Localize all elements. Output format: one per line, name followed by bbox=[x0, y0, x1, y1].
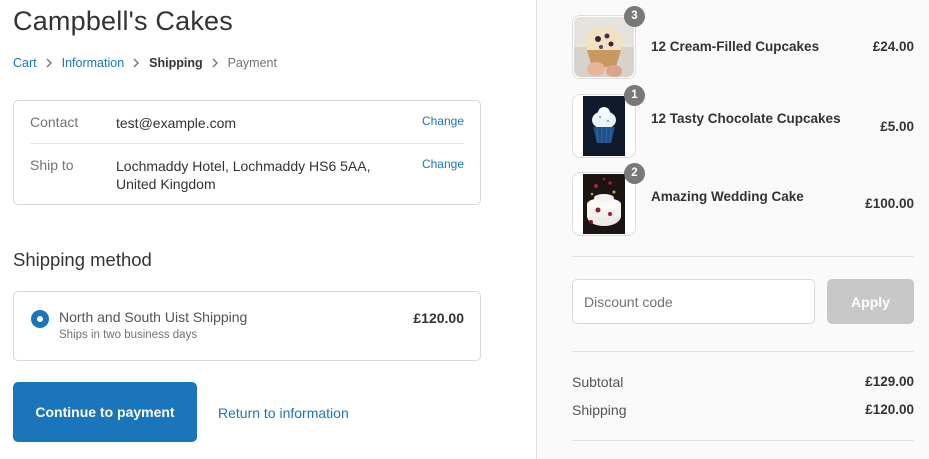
ship-to-value: Lochmaddy Hotel, Lochmaddy HS6 5AA, Unit… bbox=[116, 157, 404, 193]
breadcrumb: Cart Information Shipping Payment bbox=[13, 56, 277, 70]
subtotal-label: Subtotal bbox=[572, 374, 624, 390]
divider bbox=[30, 143, 464, 144]
shipping-option-price: £120.00 bbox=[413, 310, 464, 326]
radio-selected-icon[interactable] bbox=[31, 310, 49, 328]
subtotal-value: £129.00 bbox=[865, 374, 914, 389]
chevron-right-icon bbox=[203, 57, 228, 69]
contact-row: Contact test@example.com Change bbox=[30, 114, 464, 132]
chevron-right-icon bbox=[37, 57, 62, 69]
return-to-information-link[interactable]: Return to information bbox=[218, 405, 349, 421]
contact-label: Contact bbox=[30, 114, 79, 130]
shipping-method-title: Shipping method bbox=[13, 249, 152, 270]
breadcrumb-shipping: Shipping bbox=[149, 56, 203, 70]
shipping-option-name: North and South Uist Shipping bbox=[59, 309, 248, 325]
cart-item: 1 12 Tasty Chocolate Cupcakes £5.00 bbox=[572, 85, 914, 158]
contact-value: test@example.com bbox=[116, 115, 237, 131]
shipping-option-note: Ships in two business days bbox=[59, 329, 198, 341]
ship-to-label: Ship to bbox=[30, 157, 74, 173]
breadcrumb-payment: Payment bbox=[227, 56, 277, 70]
cart-item: 2 Amazing Wedding Cake £100.00 bbox=[572, 163, 914, 236]
product-name: 12 Tasty Chocolate Cupcakes bbox=[651, 111, 841, 126]
chevron-right-icon bbox=[124, 57, 149, 69]
cupcake-photo-icon bbox=[574, 17, 634, 77]
checkout-main: Campbell's Cakes Cart Information Shippi… bbox=[0, 0, 536, 459]
order-summary: 3 12 Cream-Filled Cupcakes £24.00 1 12 T bbox=[536, 0, 929, 459]
product-price: £5.00 bbox=[880, 119, 914, 134]
quantity-badge: 3 bbox=[624, 6, 645, 27]
change-contact-link[interactable]: Change bbox=[404, 114, 464, 132]
product-name: 12 Cream-Filled Cupcakes bbox=[651, 39, 820, 54]
chocolate-cupcake-photo-icon bbox=[574, 96, 634, 156]
shipping-option[interactable]: North and South Uist Shipping Ships in t… bbox=[13, 291, 481, 361]
divider bbox=[572, 351, 914, 352]
apply-discount-button[interactable]: Apply bbox=[827, 279, 914, 324]
quantity-badge: 1 bbox=[624, 85, 645, 106]
product-thumbnail: 1 bbox=[572, 85, 645, 158]
change-address-link[interactable]: Change bbox=[404, 157, 464, 193]
divider bbox=[572, 256, 914, 257]
address-line-2: United Kingdom bbox=[116, 176, 216, 192]
product-thumbnail: 3 bbox=[572, 6, 645, 79]
shop-name[interactable]: Campbell's Cakes bbox=[13, 6, 233, 37]
breadcrumb-cart[interactable]: Cart bbox=[13, 56, 37, 70]
product-price: £100.00 bbox=[865, 196, 914, 211]
subtotal-row: Subtotal £129.00 bbox=[572, 374, 914, 390]
review-block: Contact test@example.com Change Ship to … bbox=[13, 100, 481, 205]
wedding-cake-photo-icon bbox=[574, 174, 634, 234]
product-thumbnail: 2 bbox=[572, 163, 645, 236]
ship-to-row: Ship to Lochmaddy Hotel, Lochmaddy HS6 5… bbox=[30, 157, 464, 193]
shipping-value: £120.00 bbox=[865, 402, 914, 417]
shipping-row: Shipping £120.00 bbox=[572, 402, 914, 418]
cart-item: 3 12 Cream-Filled Cupcakes £24.00 bbox=[572, 6, 914, 79]
divider bbox=[572, 440, 914, 441]
address-line-1: Lochmaddy Hotel, Lochmaddy HS6 5AA, bbox=[116, 158, 371, 174]
product-name: Amazing Wedding Cake bbox=[651, 189, 804, 204]
product-price: £24.00 bbox=[872, 39, 914, 54]
quantity-badge: 2 bbox=[624, 163, 645, 184]
discount-code-input[interactable] bbox=[572, 279, 815, 324]
shipping-label: Shipping bbox=[572, 402, 627, 418]
breadcrumb-information[interactable]: Information bbox=[62, 56, 125, 70]
continue-to-payment-button[interactable]: Continue to payment bbox=[13, 382, 197, 442]
